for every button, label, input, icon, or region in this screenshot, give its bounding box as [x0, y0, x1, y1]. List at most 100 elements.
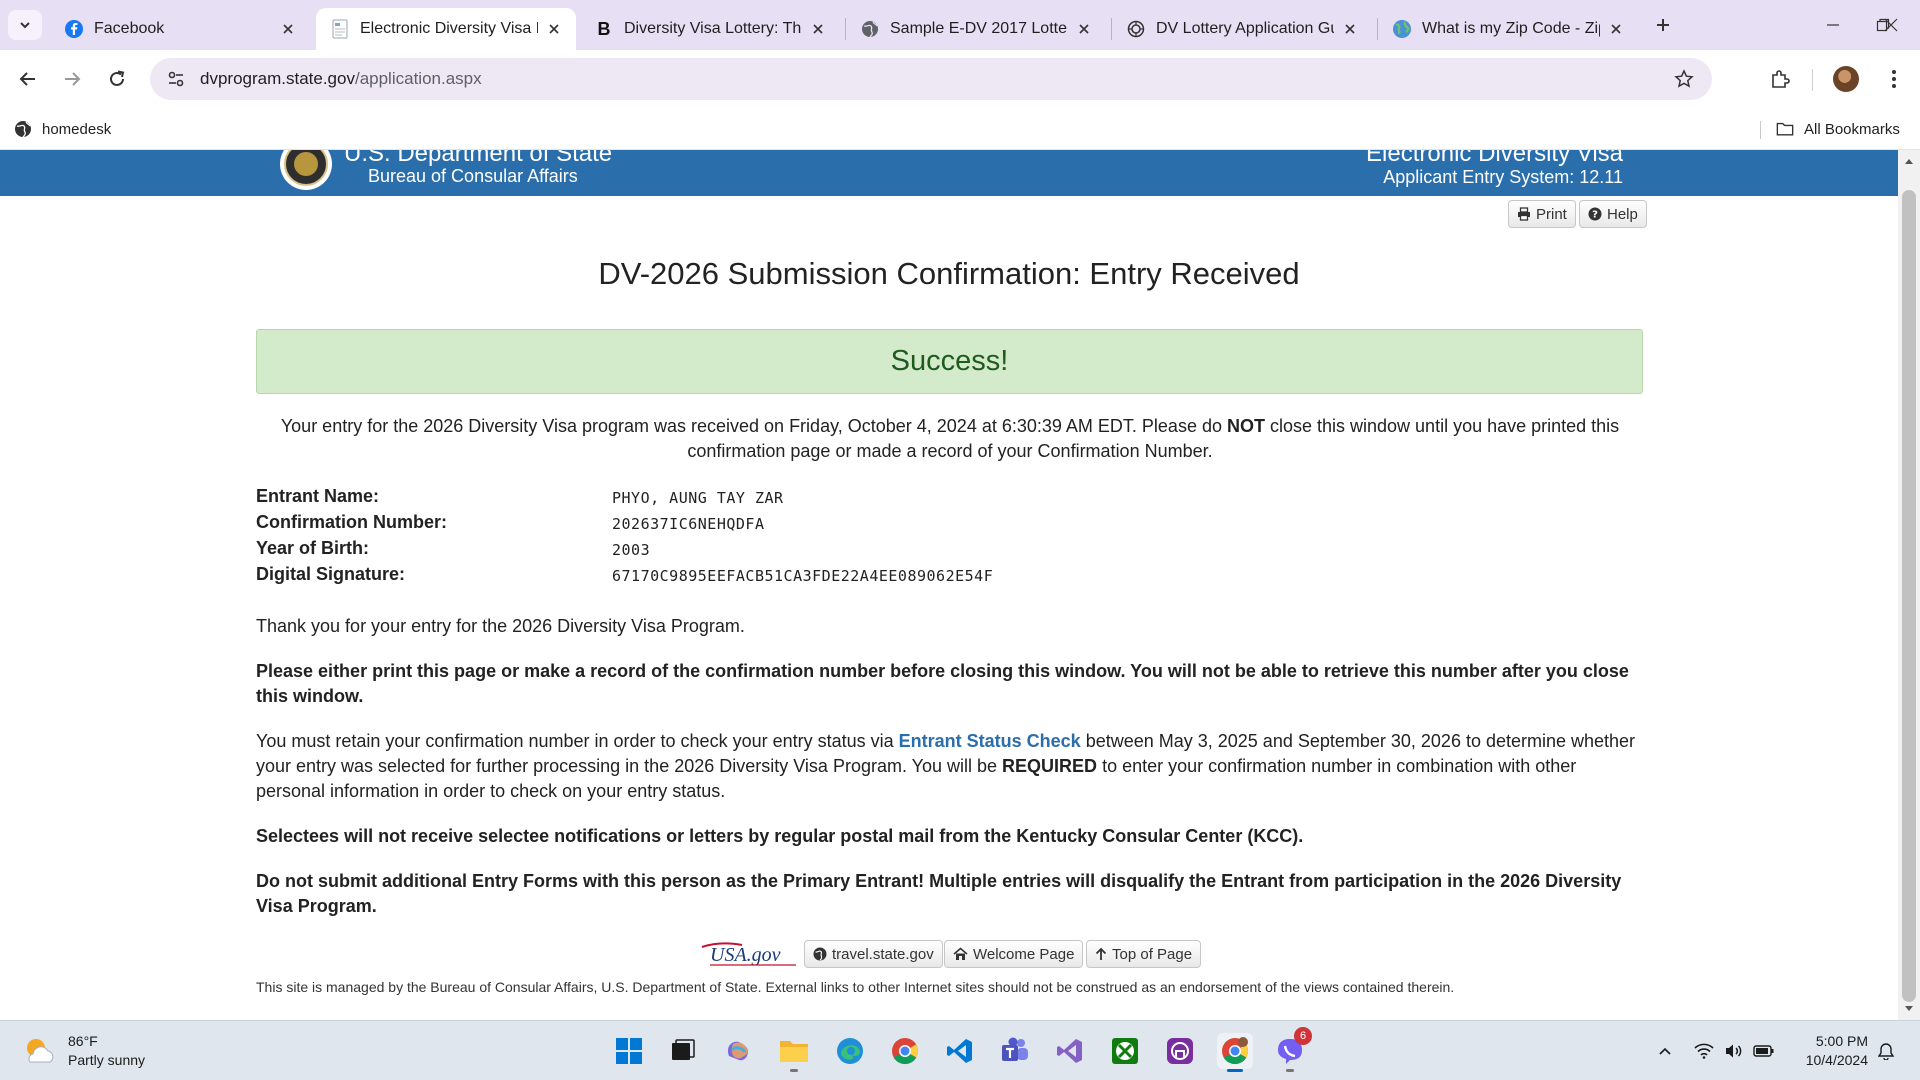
scroll-down-icon[interactable] — [1903, 1003, 1915, 1015]
print-warning-text: Please either print this page or make a … — [256, 661, 1629, 706]
retain-text: You must retain your confirmation number… — [256, 731, 899, 751]
travel-state-gov-button[interactable]: travel.state.gov — [804, 940, 943, 968]
windows-logo-icon — [616, 1038, 642, 1064]
tab-facebook[interactable]: Facebook — [50, 8, 310, 50]
earth-icon — [1392, 19, 1412, 39]
tab-sample-edv[interactable]: Sample E-DV 2017 Lottery — [846, 8, 1106, 50]
all-bookmarks-button[interactable]: All Bookmarks — [1776, 116, 1900, 142]
tab-title: Facebook — [94, 20, 165, 37]
start-button[interactable] — [611, 1033, 647, 1069]
usa-gov-logo[interactable]: USA.gov — [700, 939, 798, 969]
profile-button[interactable] — [1830, 63, 1862, 95]
tab-diversity-visa-lottery[interactable]: B Diversity Visa Lottery: The — [580, 8, 840, 50]
bookmark-star-icon[interactable] — [1672, 67, 1696, 91]
back-button[interactable] — [12, 63, 44, 95]
active-indicator — [1227, 1069, 1243, 1072]
site-header: U.S. Department of State Bureau of Consu… — [0, 150, 1898, 196]
tab-electronic-diversity-visa[interactable]: Electronic Diversity Visa Pr — [316, 8, 576, 50]
required-text: REQUIRED — [1002, 756, 1098, 776]
tab-zip-code[interactable]: What is my Zip Code - Zip — [1378, 8, 1638, 50]
close-tab-icon[interactable] — [1074, 19, 1094, 39]
notifications-bell-icon[interactable] — [1874, 1039, 1898, 1063]
entrant-status-check-link[interactable]: Entrant Status Check — [899, 731, 1081, 751]
state-department-seal — [280, 150, 332, 190]
file-explorer-button[interactable] — [776, 1033, 812, 1072]
top-of-page-button[interactable]: Top of Page — [1086, 940, 1202, 968]
help-button[interactable]: ? Help — [1579, 200, 1647, 228]
avatar — [1833, 66, 1859, 92]
close-tab-icon[interactable] — [544, 19, 564, 39]
browser-menu-button[interactable] — [1878, 63, 1910, 95]
usa-gov-logo-text: USA.gov — [710, 944, 781, 966]
chrome-button[interactable] — [887, 1033, 923, 1069]
edge-button[interactable] — [832, 1033, 868, 1069]
globe-icon — [860, 19, 880, 39]
received-text: Your entry for the 2026 Diversity Visa p… — [280, 416, 1227, 436]
program-name: Electronic Diversity Visa — [1366, 150, 1623, 167]
page-title: DV-2026 Submission Confirmation: Entry R… — [598, 256, 1300, 291]
wifi-icon[interactable] — [1692, 1039, 1716, 1063]
puzzle-icon — [1772, 70, 1790, 88]
copilot-button[interactable] — [720, 1033, 756, 1069]
close-tab-icon[interactable] — [1606, 19, 1626, 39]
bookmark-label: homedesk — [42, 120, 112, 138]
tab-search-button[interactable] — [8, 10, 42, 40]
task-view-button[interactable] — [665, 1033, 701, 1069]
chrome-profile-button[interactable] — [1217, 1033, 1253, 1072]
reload-button[interactable] — [101, 63, 133, 95]
weather-description: Partly sunny — [68, 1052, 146, 1068]
close-icon — [1884, 18, 1898, 32]
digital-signature-row: Digital Signature: 67170C9895EEFACB51CA3… — [256, 564, 1156, 588]
teams-button[interactable] — [997, 1033, 1033, 1069]
confirmation-number-value: 202637IC6NEHQDFA — [612, 515, 765, 533]
bookmark-homedesk[interactable]: homedesk — [14, 116, 111, 142]
detail-label: Digital Signature: — [256, 564, 406, 584]
close-window-button[interactable] — [1876, 10, 1906, 40]
url-path: /application.aspx — [354, 69, 482, 88]
site-settings-icon[interactable] — [164, 67, 188, 91]
welcome-page-button[interactable]: Welcome Page — [944, 940, 1084, 968]
arrow-left-icon — [19, 72, 35, 86]
chrome-icon — [892, 1038, 919, 1065]
travel-label: travel.state.gov — [832, 945, 934, 963]
chevron-up-icon — [1659, 1047, 1671, 1055]
scroll-up-icon[interactable] — [1903, 155, 1915, 167]
weather-widget[interactable]: 86°F Partly sunny — [22, 1031, 145, 1071]
visual-studio-button[interactable] — [1052, 1033, 1088, 1069]
printer-icon — [1517, 207, 1531, 221]
help-label: Help — [1607, 205, 1638, 223]
scrollbar-thumb[interactable] — [1902, 190, 1916, 1002]
teams-icon — [1002, 1037, 1028, 1061]
volume-icon[interactable] — [1722, 1039, 1746, 1063]
arrow-up-icon — [1095, 947, 1107, 961]
chatgpt-icon — [1126, 19, 1146, 39]
thank-you-text: Thank you for your entry for the 2026 Di… — [256, 616, 745, 636]
app-button[interactable] — [1162, 1033, 1198, 1069]
address-bar[interactable]: dvprogram.state.gov/application.aspx — [150, 58, 1712, 100]
tab-title: What is my Zip Code - Zip — [1422, 20, 1600, 37]
new-tab-button[interactable] — [1650, 12, 1676, 38]
battery-icon[interactable] — [1752, 1039, 1776, 1063]
copilot-icon — [727, 1041, 748, 1061]
detail-label: Entrant Name: — [256, 486, 380, 506]
extensions-button[interactable] — [1764, 63, 1796, 95]
system-clock[interactable]: 5:00 PM 10/4/2024 — [1806, 1032, 1868, 1070]
close-tab-icon[interactable] — [808, 19, 828, 39]
forward-button[interactable] — [56, 63, 88, 95]
vscode-icon — [947, 1039, 972, 1063]
print-button[interactable]: Print — [1508, 200, 1576, 228]
page-scrollbar[interactable] — [1898, 150, 1920, 1020]
xbox-button[interactable] — [1107, 1033, 1143, 1069]
weather-temperature: 86°F — [68, 1033, 98, 1049]
close-tab-icon[interactable] — [278, 19, 298, 39]
vscode-button[interactable] — [942, 1033, 978, 1069]
partly-sunny-icon — [22, 1034, 56, 1068]
tab-title: Electronic Diversity Visa Pr — [360, 20, 538, 37]
minimize-button[interactable] — [1818, 10, 1848, 40]
close-tab-icon[interactable] — [1340, 19, 1360, 39]
tab-dv-lottery-guide[interactable]: DV Lottery Application Gui — [1112, 8, 1372, 50]
show-hidden-icons-button[interactable] — [1653, 1039, 1677, 1063]
print-label: Print — [1536, 205, 1567, 223]
globe-icon — [813, 947, 827, 961]
viber-button[interactable]: 6 — [1272, 1027, 1312, 1072]
